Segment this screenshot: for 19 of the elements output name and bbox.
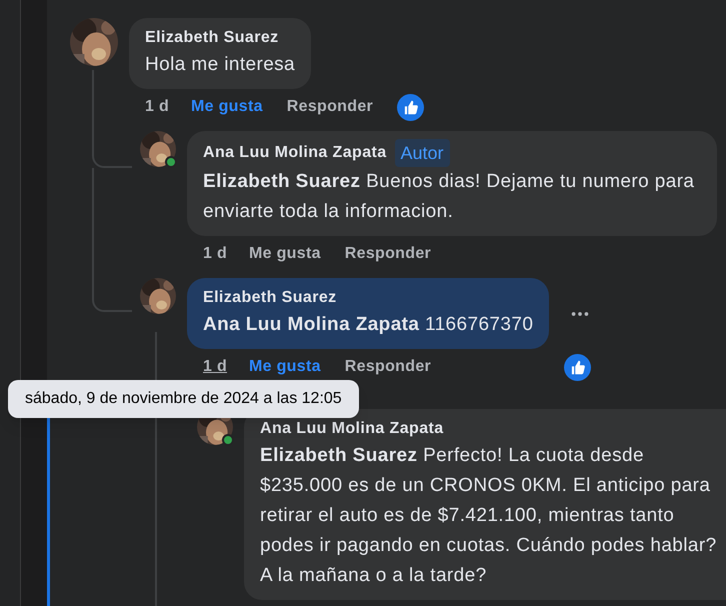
like-link[interactable]: Me gusta [191, 95, 263, 119]
comment-text: Ana Luu Molina Zapata 1166767370 [203, 313, 534, 337]
comment-text: Elizabeth Suarez Buenos dias! Dejame tu numero para enviarte toda la informacion. [203, 170, 696, 224]
comment-time[interactable]: 1 d [145, 95, 170, 119]
date-tooltip: sábado, 9 de noviembre de 2024 a las 12:05 [8, 380, 359, 418]
author-name[interactable]: Ana Luu Molina Zapata [203, 141, 387, 165]
author-name[interactable]: Elizabeth Suarez [203, 286, 337, 310]
author-name[interactable]: Ana Luu Molina Zapata [260, 417, 444, 441]
author-badge: Autor [394, 139, 450, 167]
comment-text: Hola me interesa [145, 53, 296, 77]
comment-time[interactable]: 1 d [203, 355, 228, 379]
comment-text: Elizabeth Suarez Perfecto! La cuota desde $235.000 es de un CRONOS 0KM. El anticipo para retirar el auto es de $7.421.100, mientras tanto podes ir pagando en cuotas. Cuándo podes hablar? A la mañana o a la tarde? [260, 444, 718, 588]
author-name[interactable]: Elizabeth Suarez [145, 26, 279, 50]
reply-link[interactable]: Responder [344, 242, 432, 266]
reply-link[interactable]: Responder [344, 355, 432, 379]
comment-time[interactable]: 1 d [203, 242, 228, 266]
like-link[interactable]: Me gusta [249, 242, 321, 266]
like-link[interactable]: Me gusta [249, 355, 321, 379]
reply-link[interactable]: Responder [286, 95, 374, 119]
